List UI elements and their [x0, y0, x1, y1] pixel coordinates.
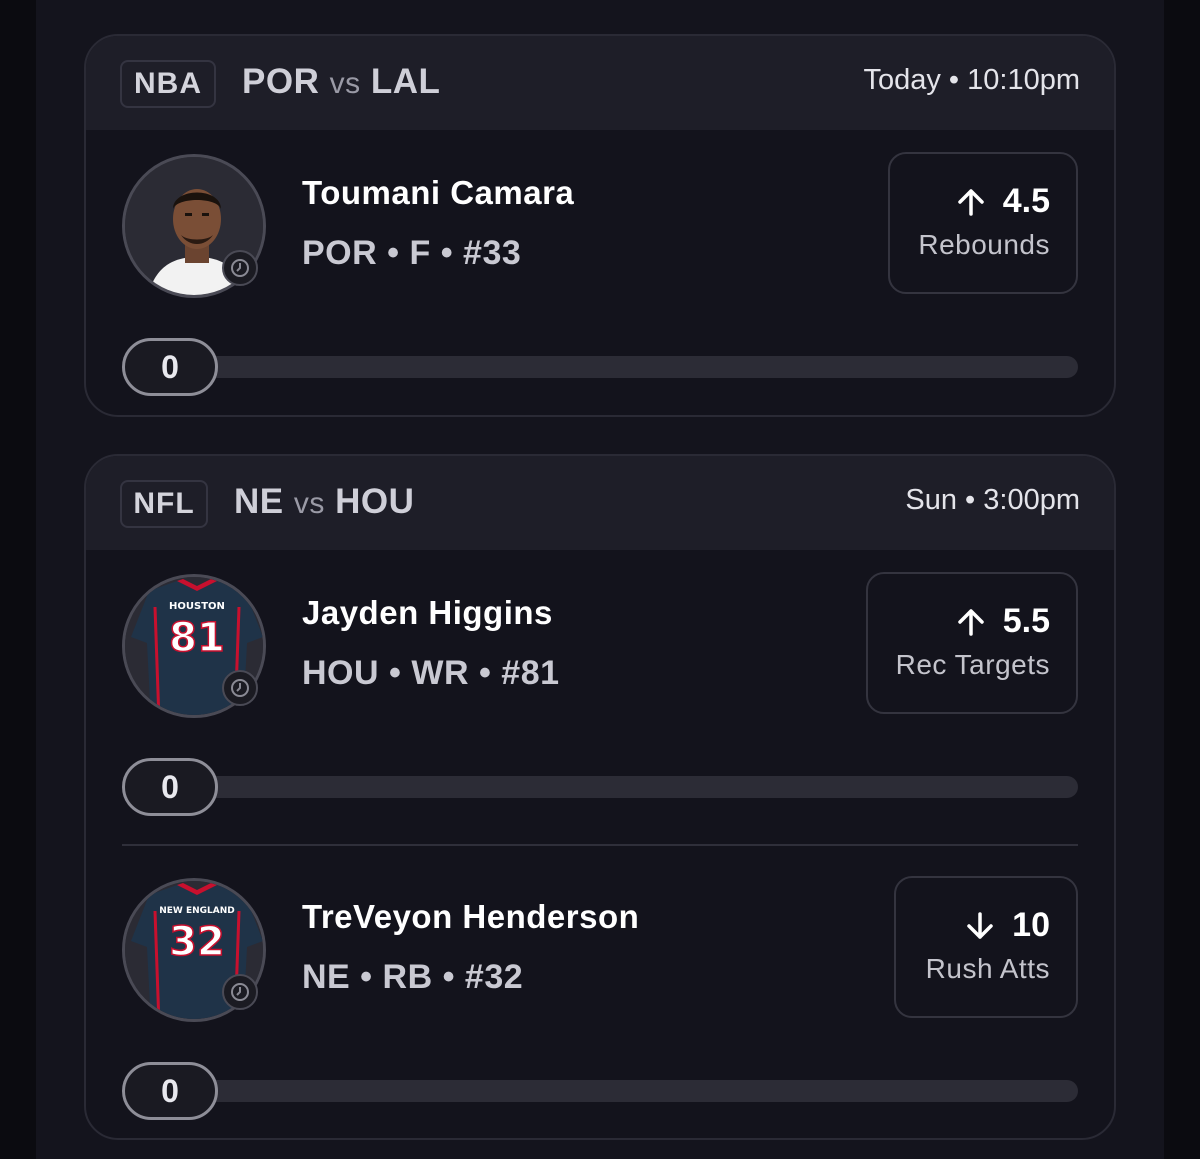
- arrow-up-icon: [957, 608, 984, 636]
- player-name: Jayden Higgins: [302, 594, 553, 631]
- player-meta: HOU • WR • #81: [302, 654, 560, 692]
- arrow-up-icon: [957, 188, 984, 216]
- player-row[interactable]: NEW ENGLAND 32 TreVeyon Henderson NE • R…: [86, 854, 1114, 1054]
- progress-track: [166, 356, 1078, 378]
- player-meta: NE • RB • #32: [302, 958, 524, 996]
- player-row[interactable]: Toumani Camara POR • F • #33 4.5 Rebound…: [86, 130, 1114, 330]
- prop-stat: Rec Targets: [895, 649, 1050, 680]
- away-team: LAL: [370, 62, 441, 101]
- game-header: NFL NE vs HOU Sun • 3:00pm: [86, 456, 1114, 550]
- jersey-team: HOUSTON: [169, 601, 225, 612]
- game-time: Today • 10:10pm: [863, 64, 1080, 96]
- prop-value: 10: [1012, 906, 1050, 944]
- prop-stat: Rush Atts: [925, 953, 1050, 984]
- player-name: Toumani Camara: [302, 174, 575, 211]
- prop-stat: Rebounds: [918, 229, 1050, 260]
- divider: [122, 844, 1078, 846]
- away-team: HOU: [335, 482, 415, 521]
- prop-line-button[interactable]: 4.5 Rebounds: [888, 152, 1078, 294]
- progress-value: 0: [122, 338, 218, 396]
- clock-icon: [222, 974, 258, 1010]
- progress-track: [166, 776, 1078, 798]
- matchup: NE vs HOU: [234, 482, 414, 522]
- player-name: TreVeyon Henderson: [302, 898, 640, 935]
- arrow-down-icon: [967, 911, 993, 939]
- page: NBA POR vs LAL Today • 10:10pm Toumani C…: [36, 0, 1164, 1159]
- progress-value: 0: [122, 758, 218, 816]
- prop-line-button[interactable]: 10 Rush Atts: [894, 876, 1078, 1018]
- matchup: POR vs LAL: [242, 62, 440, 102]
- jersey-number: 32: [169, 919, 225, 965]
- progress-bar: 0: [86, 330, 1114, 415]
- vs-label: vs: [293, 487, 325, 520]
- game-time: Sun • 3:00pm: [905, 484, 1080, 516]
- progress-bar: 0: [86, 750, 1114, 840]
- progress-value: 0: [122, 1062, 218, 1120]
- jersey-number: 81: [169, 615, 225, 661]
- prop-line-button[interactable]: 5.5 Rec Targets: [866, 572, 1078, 714]
- league-badge: NFL: [120, 480, 208, 528]
- progress-track: [166, 1080, 1078, 1102]
- jersey-team: NEW ENGLAND: [159, 906, 235, 916]
- player-meta: POR • F • #33: [302, 234, 522, 272]
- prop-value: 5.5: [1002, 602, 1050, 640]
- clock-icon: [222, 670, 258, 706]
- player-row[interactable]: HOUSTON 81 Jayden Higgins HOU • WR • #81…: [86, 550, 1114, 750]
- game-header: NBA POR vs LAL Today • 10:10pm: [86, 36, 1114, 130]
- vs-label: vs: [329, 67, 361, 100]
- home-team: NE: [234, 482, 284, 521]
- progress-bar: 0: [86, 1054, 1114, 1138]
- home-team: POR: [242, 62, 320, 101]
- league-badge: NBA: [120, 60, 216, 108]
- game-card-nba[interactable]: NBA POR vs LAL Today • 10:10pm Toumani C…: [84, 34, 1116, 417]
- game-card-nfl[interactable]: NFL NE vs HOU Sun • 3:00pm HOUSTON 81 Ja…: [84, 454, 1116, 1140]
- clock-icon: [222, 250, 258, 286]
- prop-value: 4.5: [1002, 182, 1050, 220]
